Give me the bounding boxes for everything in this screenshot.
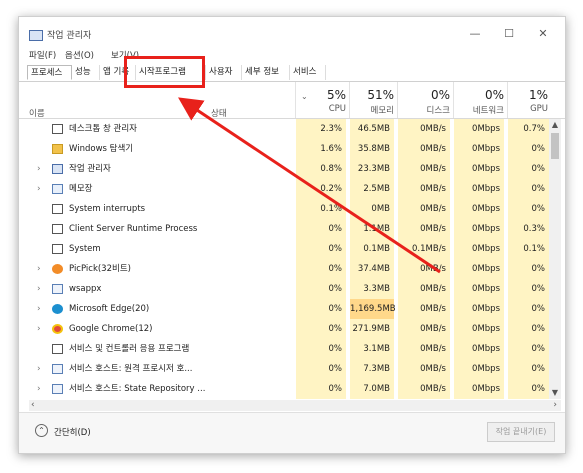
annotation-arrow (178, 97, 441, 274)
